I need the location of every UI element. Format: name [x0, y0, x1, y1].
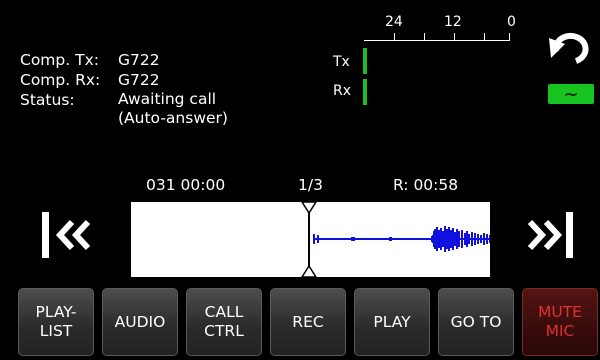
meter-tx-label: Tx [333, 54, 350, 70]
mute-mic-button[interactable]: MUTE MIC [522, 288, 598, 356]
meter-scale-0: 0 [507, 14, 516, 30]
comp-tx-label: Comp. Tx: [20, 51, 99, 69]
playhead-top-marker[interactable] [300, 201, 318, 215]
meter-tick [394, 33, 395, 41]
waveform-display[interactable] [131, 201, 491, 278]
skip-forward-icon[interactable] [520, 206, 580, 264]
meter-tick [484, 33, 485, 41]
rx-level-bar [363, 79, 367, 105]
remaining-time: R: 00:58 [393, 176, 459, 194]
comp-tx-value: G722 [118, 51, 160, 69]
rec-button[interactable]: REC [270, 288, 346, 356]
meter-axis [364, 40, 510, 41]
meter-rx-label: Rx [333, 83, 352, 99]
waveform [300, 201, 491, 278]
meter-scale-24: 24 [385, 14, 403, 30]
playlist-button[interactable]: PLAY- LIST [18, 288, 94, 356]
call-ctrl-button[interactable]: CALL CTRL [186, 288, 262, 356]
track-index: 1/3 [298, 176, 323, 194]
audio-button[interactable]: AUDIO [102, 288, 178, 356]
meter-tick [454, 33, 455, 41]
skip-back-icon[interactable] [38, 206, 98, 264]
undo-icon[interactable] [546, 28, 594, 64]
codec-status-panel: Comp. Tx: G722 Comp. Rx: G722 Status: Awai… [20, 50, 228, 128]
comp-rx-label: Comp. Rx: [20, 71, 101, 89]
status-line-1: Awaiting call [118, 90, 217, 108]
link-status-badge: ~ [548, 83, 594, 105]
playhead-bottom-marker[interactable] [300, 264, 318, 278]
tilde-link-icon: ~ [563, 83, 579, 105]
play-button[interactable]: PLAY [354, 288, 430, 356]
go-to-button[interactable]: GO TO [438, 288, 514, 356]
status-label: Status: [20, 91, 75, 109]
status-value: Awaiting call (Auto-answer) [118, 90, 228, 128]
status-line-2: (Auto-answer) [118, 109, 228, 127]
timecode: 031 00:00 [146, 176, 226, 194]
comp-rx-value: G722 [118, 71, 160, 89]
meter-scale-12: 12 [444, 14, 462, 30]
meter-tick [509, 33, 510, 41]
tx-level-bar [363, 48, 367, 74]
meter-tick [424, 33, 425, 41]
